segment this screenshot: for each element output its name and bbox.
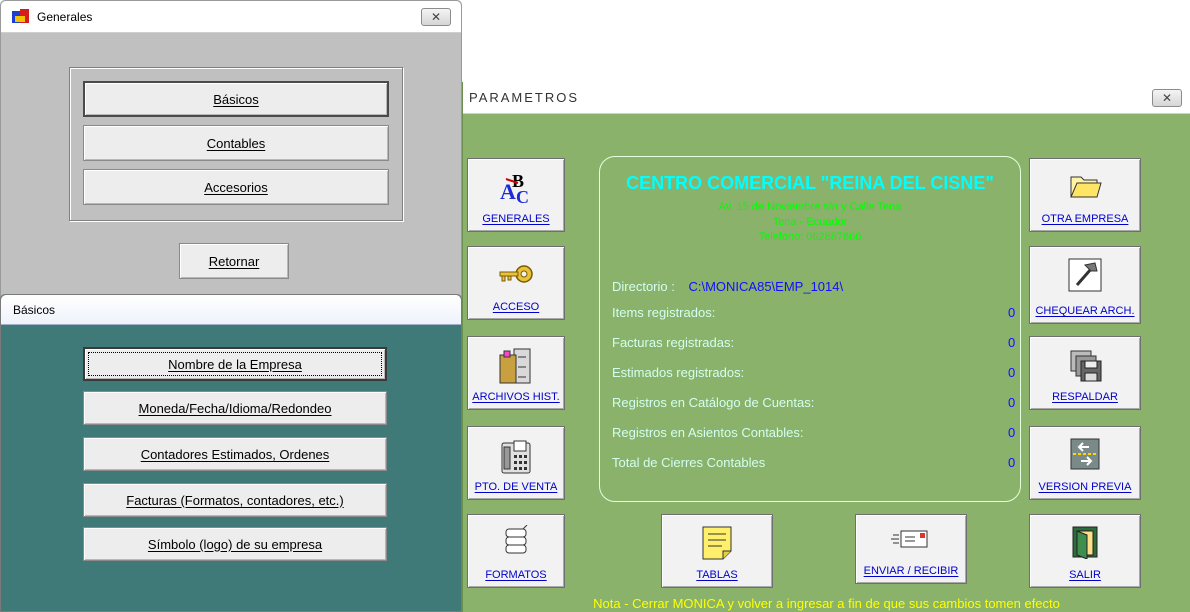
- nombre-empresa-button[interactable]: Nombre de la Empresa: [83, 347, 387, 381]
- enviar-recibir-label: ENVIAR / RECIBIR: [863, 565, 959, 577]
- stat-value: 0: [1008, 305, 1016, 320]
- floppy-disks-icon: [1070, 350, 1102, 382]
- retornar-button[interactable]: Retornar: [179, 243, 289, 279]
- svg-text:C: C: [516, 187, 529, 207]
- stat-row: Facturas registradas: 0: [612, 335, 1016, 350]
- formatos-button[interactable]: FORMATOS: [467, 514, 565, 588]
- respaldar-label: RESPALDAR: [1052, 391, 1118, 403]
- key-icon: [499, 265, 533, 283]
- company-city: Tena - Ecuador: [772, 216, 848, 228]
- directorio-label: Directorio :: [612, 279, 675, 294]
- formatos-label: FORMATOS: [485, 569, 547, 581]
- chequear-arch-label: CHEQUEAR ARCH.: [1035, 305, 1135, 317]
- generales-label: GENERALES: [482, 213, 550, 225]
- archivos-hist-button[interactable]: ARCHIVOS HIST.: [467, 336, 565, 410]
- stat-value: 0: [1008, 455, 1016, 470]
- otra-empresa-button[interactable]: OTRA EMPRESA: [1029, 158, 1141, 232]
- stat-row: Registros en Asientos Contables: 0: [612, 425, 1016, 440]
- parametros-close-button[interactable]: ✕: [1152, 89, 1182, 107]
- parametros-title: PARAMETROS: [469, 90, 580, 105]
- basicos-window: Básicos Nombre de la Empresa Moneda/Fech…: [0, 294, 462, 612]
- parametros-titlebar: PARAMETROS ✕: [463, 82, 1190, 114]
- close-icon: ✕: [1161, 91, 1173, 105]
- pto-de-venta-button[interactable]: PTO. DE VENTA: [467, 426, 565, 500]
- stat-row: Items registrados: 0: [612, 305, 1016, 320]
- stat-row: Total de Cierres Contables 0: [612, 455, 1016, 470]
- acceso-button[interactable]: ACCESO: [467, 246, 565, 320]
- moneda-fecha-button[interactable]: Moneda/Fecha/Idioma/Redondeo: [83, 391, 387, 425]
- open-folder-icon: [1070, 176, 1102, 198]
- database-stack-icon: [505, 525, 528, 554]
- chequear-arch-button[interactable]: CHEQUEAR ARCH.: [1029, 246, 1141, 324]
- restart-note: Nota - Cerrar MONICA y volver a ingresar…: [593, 596, 1060, 611]
- stat-row: Registros en Catálogo de Cuentas: 0: [612, 395, 1016, 410]
- stat-label: Total de Cierres Contables: [612, 455, 766, 470]
- swap-arrows-icon: [1070, 438, 1100, 470]
- stat-value: 0: [1008, 425, 1016, 440]
- close-icon: ✕: [430, 10, 442, 24]
- basicos-button[interactable]: Básicos: [83, 81, 389, 117]
- contables-button[interactable]: Contables: [83, 125, 389, 161]
- stat-label: Items registrados:: [612, 305, 716, 320]
- tablas-button[interactable]: TABLAS: [661, 514, 773, 588]
- archive-cabinet-icon: [499, 348, 531, 384]
- acceso-label: ACCESO: [492, 301, 540, 313]
- company-info-panel: CENTRO COMERCIAL "REINA DEL CISNE" Av. 1…: [599, 156, 1021, 502]
- accesorios-button[interactable]: Accesorios: [83, 169, 389, 205]
- basicos-title: Básicos: [13, 302, 56, 317]
- app-logo-icon: [12, 8, 29, 23]
- basicos-titlebar: Básicos: [1, 295, 461, 325]
- fax-phone-icon: [501, 440, 531, 474]
- contadores-button[interactable]: Contadores Estimados, Ordenes: [83, 437, 387, 471]
- stat-label: Registros en Catálogo de Cuentas:: [612, 395, 815, 410]
- stat-label: Facturas registradas:: [612, 335, 735, 350]
- facturas-button[interactable]: Facturas (Formatos, contadores, etc.): [83, 483, 387, 517]
- parametros-window: PARAMETROS ✕ A B C GENERALES ACCESO ARCH…: [462, 82, 1190, 612]
- salir-button[interactable]: SALIR: [1029, 514, 1141, 588]
- stat-value: 0: [1008, 335, 1016, 350]
- directorio-value: C:\MONICA85\EMP_1014\: [688, 279, 844, 294]
- pto-de-venta-label: PTO. DE VENTA: [474, 481, 558, 493]
- exit-door-icon: [1072, 526, 1098, 559]
- stat-value: 0: [1008, 395, 1016, 410]
- version-previa-button[interactable]: VERSION PREVIA: [1029, 426, 1141, 500]
- version-previa-label: VERSION PREVIA: [1038, 481, 1132, 493]
- hammer-icon: [1068, 258, 1102, 292]
- respaldar-button[interactable]: RESPALDAR: [1029, 336, 1141, 410]
- stat-row: Estimados registrados: 0: [612, 365, 1016, 380]
- stat-value: 0: [1008, 365, 1016, 380]
- enviar-recibir-button[interactable]: ENVIAR / RECIBIR: [855, 514, 967, 584]
- generales-title: Generales: [37, 9, 93, 24]
- company-address: Av. 15 de Noviembre s/n y Calle Tena: [718, 201, 902, 213]
- abc-spelling-icon: A B C: [500, 171, 529, 207]
- otra-empresa-label: OTRA EMPRESA: [1041, 213, 1129, 225]
- salir-label: SALIR: [1069, 569, 1101, 581]
- tablas-label: TABLAS: [696, 569, 738, 581]
- simbolo-logo-button[interactable]: Símbolo (logo) de su empresa: [83, 527, 387, 561]
- stat-label: Estimados registrados:: [612, 365, 745, 380]
- archivos-hist-label: ARCHIVOS HIST.: [472, 391, 560, 403]
- generales-titlebar: Generales ✕: [1, 1, 461, 33]
- generales-window: Generales ✕ Básicos Contables Accesorios…: [0, 0, 462, 300]
- generales-button[interactable]: A B C GENERALES: [467, 158, 565, 232]
- generales-close-button[interactable]: ✕: [421, 8, 451, 26]
- envelope-send-icon: [891, 530, 928, 548]
- stat-label: Registros en Asientos Contables:: [612, 425, 804, 440]
- company-phone: Telefono: 062887866: [758, 231, 862, 243]
- company-name: CENTRO COMERCIAL "REINA DEL CISNE": [626, 173, 994, 193]
- directorio-row: Directorio : C:\MONICA85\EMP_1014\: [612, 279, 1012, 294]
- notepad-icon: [702, 526, 732, 560]
